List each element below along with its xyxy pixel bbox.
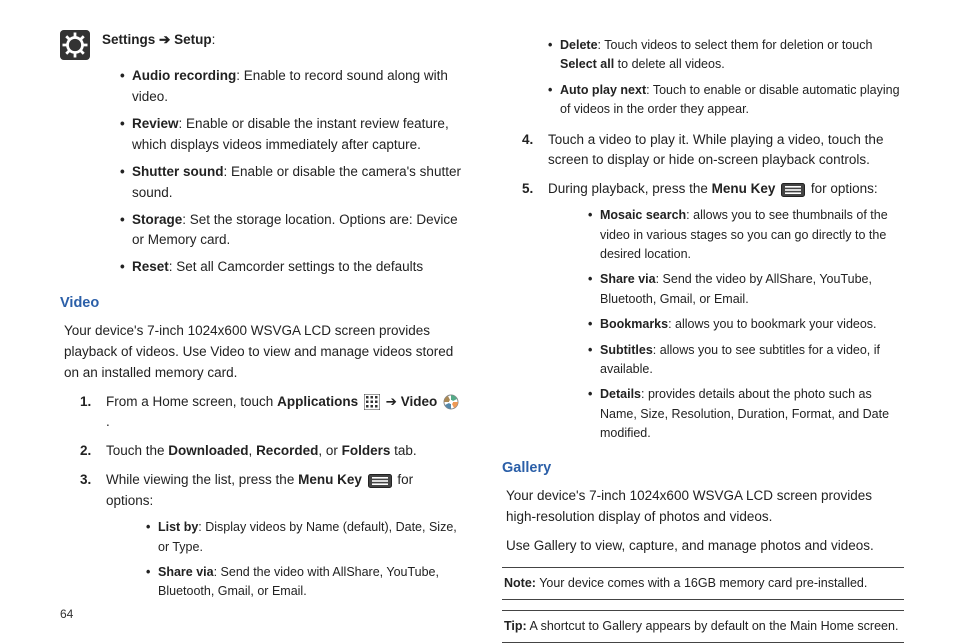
tip-label: Tip: xyxy=(504,619,527,633)
setup-label: Setup xyxy=(174,32,212,47)
settings-path: Settings ➔ Setup: xyxy=(102,30,215,51)
list-item: Mosaic search: allows you to see thumbna… xyxy=(588,206,904,264)
tip-text: A shortcut to Gallery appears by default… xyxy=(527,619,899,633)
gallery-p1: Your device's 7-inch 1024x600 WSVGA LCD … xyxy=(502,486,904,528)
page-number: 64 xyxy=(60,607,73,621)
arrow-icon: ➔ xyxy=(159,32,170,47)
settings-label: Settings xyxy=(102,32,155,47)
list-item: Bookmarks: allows you to bookmark your v… xyxy=(588,315,904,334)
note-text: Your device comes with a 16GB memory car… xyxy=(536,576,867,590)
settings-path-row: Settings ➔ Setup: xyxy=(60,30,462,60)
video-steps: From a Home screen, touch Applications ➔… xyxy=(60,392,462,602)
step-3: While viewing the list, press the Menu K… xyxy=(80,470,462,601)
video-pinwheel-icon xyxy=(443,394,459,410)
step5-sublist: Mosaic search: allows you to see thumbna… xyxy=(548,206,904,443)
list-item: Details: provides details about the phot… xyxy=(588,385,904,443)
step-2: Touch the Downloaded, Recorded, or Folde… xyxy=(80,441,462,462)
settings-item: Audio recording: Enable to record sound … xyxy=(120,66,462,108)
settings-list: Audio recording: Enable to record sound … xyxy=(60,66,462,278)
video-intro: Your device's 7-inch 1024x600 WSVGA LCD … xyxy=(60,321,462,384)
settings-item: Shutter sound: Enable or disable the cam… xyxy=(120,162,462,204)
list-item: List by: Display videos by Name (default… xyxy=(146,518,462,557)
step3-sublist-cont: Delete: Touch videos to select them for … xyxy=(502,36,904,120)
gear-icon xyxy=(60,30,90,60)
video-steps-cont: Touch a video to play it. While playing … xyxy=(502,130,904,444)
left-column: Settings ➔ Setup: Audio recording: Enabl… xyxy=(60,30,462,616)
tip-box: Tip: A shortcut to Gallery appears by de… xyxy=(502,610,904,643)
list-item: Delete: Touch videos to select them for … xyxy=(548,36,904,75)
list-item: Auto play next: Touch to enable or disab… xyxy=(548,81,904,120)
note-box: Note: Your device comes with a 16GB memo… xyxy=(502,567,904,600)
list-item: Share via: Send the video by AllShare, Y… xyxy=(588,270,904,309)
step-4: Touch a video to play it. While playing … xyxy=(522,130,904,172)
note-label: Note: xyxy=(504,576,536,590)
step3-sublist: List by: Display videos by Name (default… xyxy=(106,518,462,602)
gallery-heading: Gallery xyxy=(502,457,904,479)
settings-item: Review: Enable or disable the instant re… xyxy=(120,114,462,156)
menu-key-icon xyxy=(368,474,392,488)
settings-item: Storage: Set the storage location. Optio… xyxy=(120,210,462,252)
menu-key-icon xyxy=(781,183,805,197)
list-item: Share via: Send the video with AllShare,… xyxy=(146,563,462,602)
video-heading: Video xyxy=(60,292,462,314)
right-column: Delete: Touch videos to select them for … xyxy=(502,30,904,616)
gallery-p2: Use Gallery to view, capture, and manage… xyxy=(502,536,904,557)
list-item: Subtitles: allows you to see subtitles f… xyxy=(588,341,904,380)
settings-item: Reset: Set all Camcorder settings to the… xyxy=(120,257,462,278)
step-1: From a Home screen, touch Applications ➔… xyxy=(80,392,462,434)
step-5: During playback, press the Menu Key for … xyxy=(522,179,904,443)
apps-grid-icon xyxy=(364,394,380,410)
